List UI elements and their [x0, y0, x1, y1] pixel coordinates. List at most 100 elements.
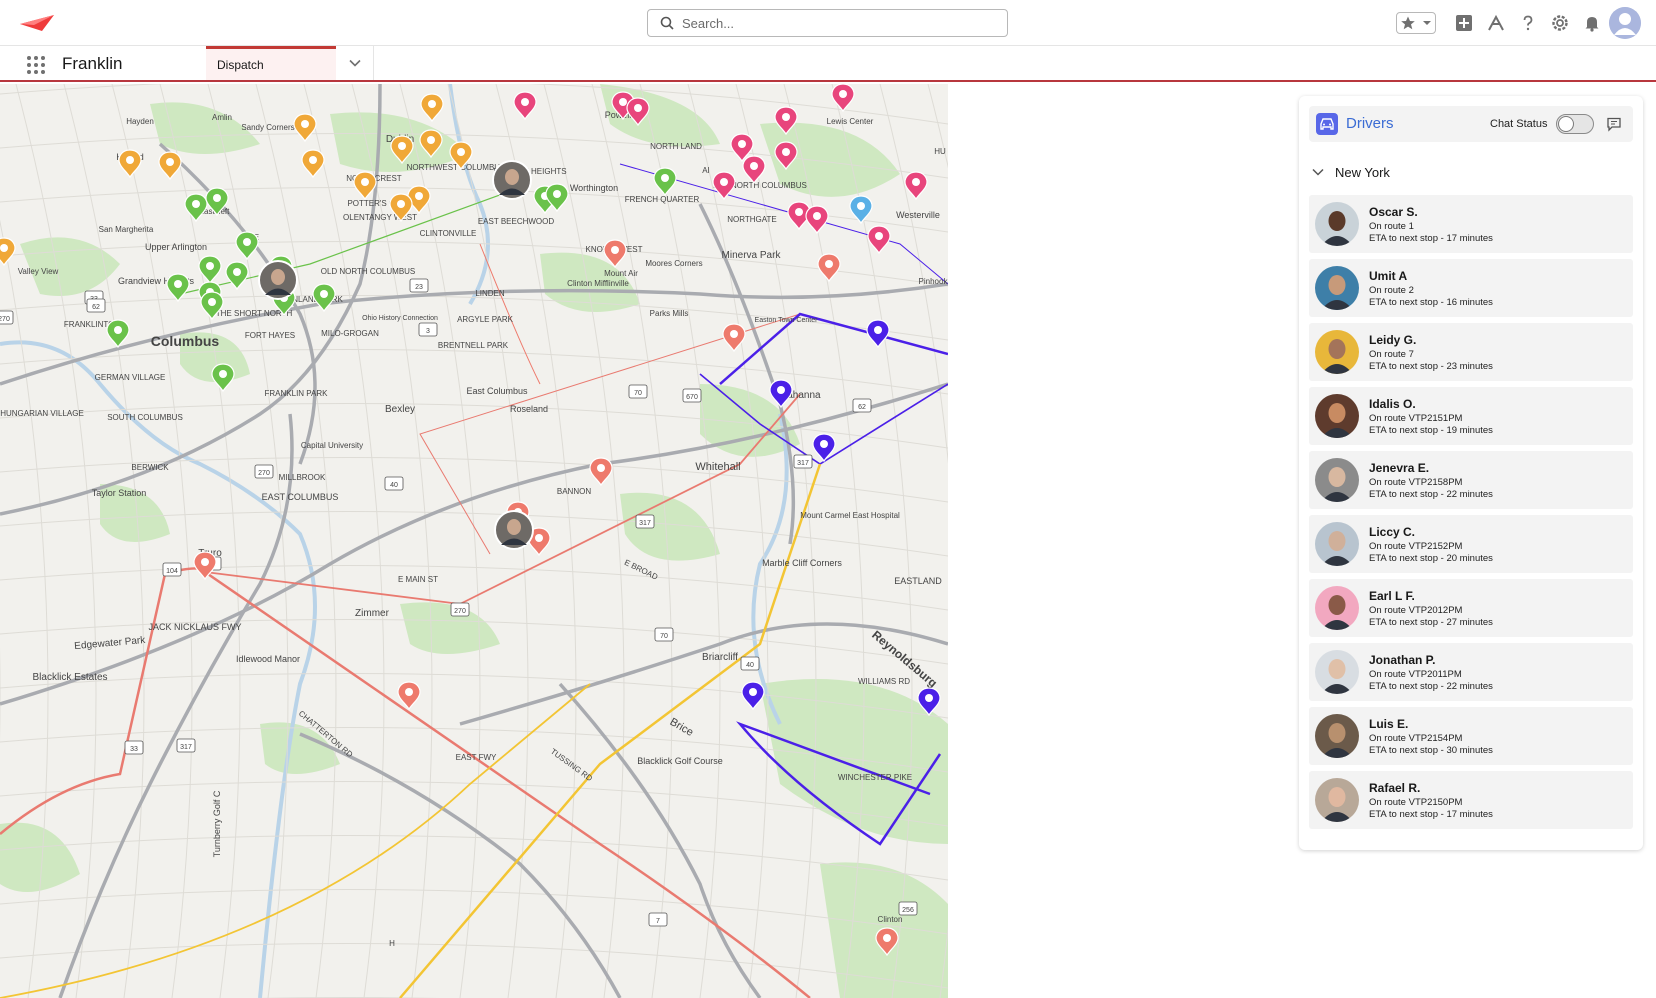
- group-header-new-york[interactable]: New York: [1311, 162, 1390, 182]
- driver-eta: ETA to next stop - 23 minutes: [1369, 361, 1493, 372]
- driver-card[interactable]: Leidy G. On route 7 ETA to next stop - 23 …: [1309, 323, 1633, 381]
- drivers-panel: Drivers Chat Status New York Oscar S. On …: [1299, 96, 1643, 850]
- map-label: FRANKLIN PARK: [265, 389, 329, 398]
- svg-text:256: 256: [902, 907, 914, 914]
- driver-card[interactable]: Liccy C. On route VTP2152PM ETA to next st…: [1309, 515, 1633, 573]
- global-search[interactable]: [647, 9, 1008, 37]
- search-input[interactable]: [682, 15, 982, 31]
- svg-text:670: 670: [686, 394, 698, 401]
- map-driver-avatar-icon[interactable]: [492, 160, 532, 200]
- map-label: Lewis Center: [827, 117, 874, 126]
- map-label: Clinton: [878, 915, 903, 924]
- driver-eta: ETA to next stop - 22 minutes: [1369, 681, 1493, 692]
- driver-route: On route VTP2151PM: [1369, 413, 1463, 424]
- highway-shield: 670: [682, 388, 702, 403]
- driver-card[interactable]: Jonathan P. On route VTP2011PM ETA to next…: [1309, 643, 1633, 701]
- map-label: Roseland: [510, 404, 548, 414]
- highway-shield: 317: [793, 454, 813, 469]
- driver-route: On route VTP2158PM: [1369, 477, 1463, 488]
- highway-shield: 104: [162, 562, 182, 577]
- map-label: BRENTNELL PARK: [438, 341, 509, 350]
- driver-eta: ETA to next stop - 22 minutes: [1369, 489, 1493, 500]
- driver-name: Idalis O.: [1369, 397, 1416, 411]
- map-label: Upper Arlington: [145, 242, 207, 252]
- highway-shield: 7: [648, 912, 668, 927]
- driver-eta: ETA to next stop - 17 minutes: [1369, 233, 1493, 244]
- star-icon[interactable]: [1400, 15, 1416, 31]
- help-icon[interactable]: [1516, 11, 1540, 35]
- driver-route: On route 1: [1369, 221, 1414, 232]
- gear-icon[interactable]: [1548, 11, 1572, 35]
- map-label: Turnberry Golf C: [212, 790, 222, 857]
- driver-card[interactable]: Luis E. On route VTP2154PM ETA to next sto…: [1309, 707, 1633, 765]
- user-avatar-icon[interactable]: [1609, 7, 1641, 39]
- svg-text:317: 317: [180, 744, 192, 751]
- map-label: AI: [702, 166, 710, 175]
- map-label: NORTHGATE: [727, 215, 776, 224]
- map-label: Ohio History Connection: [362, 315, 438, 322]
- map-label: MILLBROOK: [279, 473, 326, 482]
- driver-card[interactable]: Jenevra E. On route VTP2158PM ETA to next …: [1309, 451, 1633, 509]
- driver-route: On route VTP2150PM: [1369, 797, 1463, 808]
- map-label: Hayden: [126, 117, 154, 126]
- trailhead-icon[interactable]: [1484, 11, 1508, 35]
- chevron-down-icon[interactable]: [1422, 18, 1432, 28]
- driver-card[interactable]: Umit A On route 2 ETA to next stop - 16 mi…: [1309, 259, 1633, 317]
- map-label: EASTLAND: [894, 576, 942, 586]
- map-label: Westerville: [896, 210, 940, 220]
- driver-card[interactable]: Rafael R. On route VTP2150PM ETA to next s…: [1309, 771, 1633, 829]
- favorites-button[interactable]: [1396, 12, 1436, 34]
- map-label: Idlewood Manor: [236, 654, 300, 664]
- map-label: Mount Carmel East Hospital: [800, 511, 900, 520]
- map-label: Blacklick Golf Course: [637, 756, 723, 766]
- chat-status-toggle[interactable]: [1556, 114, 1594, 134]
- driver-card[interactable]: Idalis O. On route VTP2151PM ETA to next s…: [1309, 387, 1633, 445]
- driver-eta: ETA to next stop - 16 minutes: [1369, 297, 1493, 308]
- map-label: JACK NICKLAUS FWY: [148, 622, 241, 632]
- bell-icon[interactable]: [1580, 11, 1604, 35]
- map-label: NORTH LAND: [650, 142, 702, 151]
- header-actions: [1396, 7, 1656, 39]
- map-label: Moores Corners: [645, 259, 702, 268]
- highway-shield: 70: [654, 627, 674, 642]
- map-label: Briarcliff: [702, 652, 738, 663]
- driver-route: On route VTP2154PM: [1369, 733, 1463, 744]
- tab-menu-button[interactable]: [337, 46, 374, 80]
- map-label: Parks Mills: [650, 309, 689, 318]
- highway-shield: 40: [740, 656, 760, 671]
- driver-name: Umit A: [1369, 269, 1408, 283]
- map-label: WINCHESTER PIKE: [838, 773, 912, 782]
- tab-dispatch[interactable]: Dispatch: [206, 46, 336, 80]
- svg-text:270: 270: [454, 608, 466, 615]
- map-label: Whitehall: [695, 461, 740, 473]
- map-label: Valley View: [18, 267, 59, 276]
- driver-route: On route VTP2012PM: [1369, 605, 1463, 616]
- map-canvas[interactable]: 3362270233706706227040317104333173370256…: [0, 84, 948, 998]
- driver-route: On route 2: [1369, 285, 1414, 296]
- map-label: Mount Air: [604, 269, 638, 278]
- car-icon: [1316, 113, 1338, 135]
- map-driver-avatar-icon[interactable]: [258, 260, 298, 300]
- highway-shield: 317: [635, 514, 655, 529]
- driver-name: Rafael R.: [1369, 781, 1421, 795]
- highway-shield: 317: [176, 738, 196, 753]
- map-label: Easton Town Center: [755, 317, 819, 324]
- driver-avatar: [1315, 330, 1359, 374]
- add-icon[interactable]: [1452, 11, 1476, 35]
- app-launcher-icon[interactable]: [26, 55, 46, 75]
- dispatch-map[interactable]: 3362270233706706227040317104333173370256…: [0, 84, 948, 998]
- map-label: SOUTH COLUMBUS: [107, 413, 183, 422]
- drivers-panel-header: Drivers Chat Status: [1309, 106, 1633, 142]
- chat-icon[interactable]: [1606, 116, 1622, 132]
- map-label: Capital University: [301, 441, 363, 450]
- map-label: FRENCH QUARTER: [625, 195, 700, 204]
- map-label: BANNON: [557, 487, 591, 496]
- driver-card[interactable]: Earl L F. On route VTP2012PM ETA to next s…: [1309, 579, 1633, 637]
- driver-route: On route VTP2152PM: [1369, 541, 1463, 552]
- driver-card[interactable]: Oscar S. On route 1 ETA to next stop - 17 …: [1309, 195, 1633, 253]
- map-driver-avatar-icon[interactable]: [494, 510, 534, 550]
- highway-shield: 23: [409, 278, 429, 293]
- map-label: Columbus: [151, 333, 220, 349]
- driver-name: Liccy C.: [1369, 525, 1416, 539]
- app-logo-icon[interactable]: [18, 13, 56, 33]
